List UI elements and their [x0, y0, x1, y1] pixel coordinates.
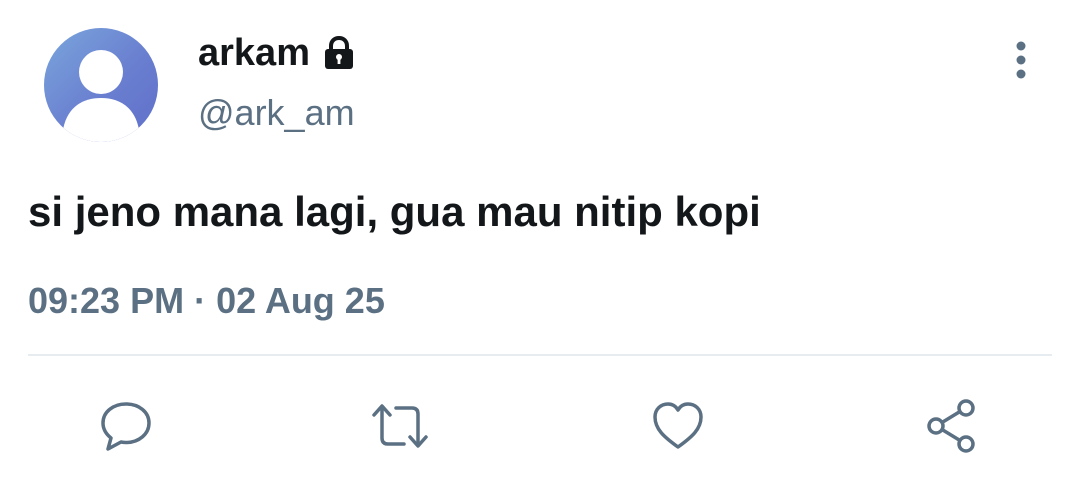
- reply-button[interactable]: [94, 394, 158, 458]
- tweet-card: arkam @ark_am si jeno mana lagi, gua mau…: [0, 0, 1080, 493]
- share-icon: [927, 399, 975, 453]
- retweet-button[interactable]: [368, 394, 432, 458]
- more-vertical-icon: [1016, 41, 1026, 79]
- retweet-icon: [372, 404, 428, 448]
- display-name[interactable]: arkam: [198, 32, 310, 75]
- more-options-button[interactable]: [1000, 36, 1042, 84]
- divider: [28, 354, 1052, 356]
- avatar[interactable]: [44, 28, 158, 142]
- heart-icon: [653, 402, 703, 449]
- tweet-text: si jeno mana lagi, gua mau nitip kopi: [28, 188, 761, 235]
- comment-icon: [101, 402, 151, 451]
- user-handle[interactable]: @ark_am: [198, 92, 355, 134]
- default-user-avatar-icon: [62, 50, 140, 142]
- share-button[interactable]: [920, 394, 984, 458]
- tweet-timestamp: 09:23 PM · 02 Aug 25: [28, 280, 385, 322]
- meta-separator: ·: [194, 280, 207, 321]
- tweet-date: 02 Aug 25: [216, 280, 385, 321]
- display-name-row[interactable]: arkam: [198, 30, 358, 76]
- tweet-time: 09:23 PM: [28, 280, 185, 321]
- lock-icon: [320, 34, 358, 72]
- like-button[interactable]: [646, 394, 710, 458]
